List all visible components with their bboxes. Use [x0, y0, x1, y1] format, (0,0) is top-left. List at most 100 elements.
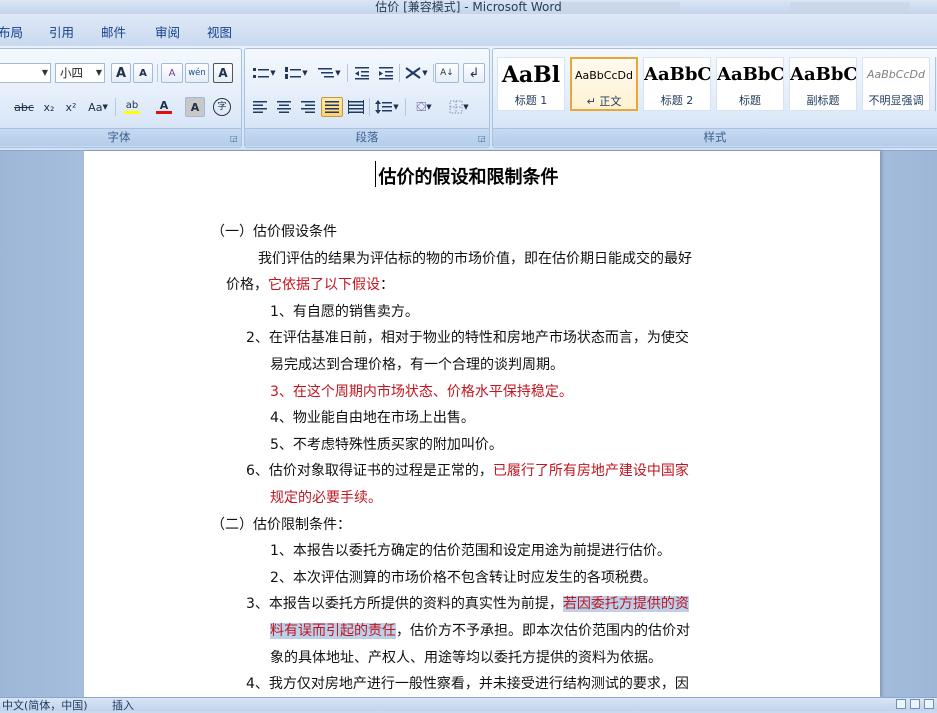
style-subtitle[interactable]: AaBbC 副标题 — [789, 57, 857, 111]
character-border-button[interactable]: A — [213, 63, 233, 83]
document-line[interactable]: 易完成达到合理价格，有一个合理的谈判周期。 — [270, 354, 564, 374]
strikethrough-button[interactable]: abc — [11, 97, 37, 117]
numbering-button[interactable]: ▼ — [281, 63, 311, 83]
style-heading-2[interactable]: AaBbC 标题 2 — [643, 57, 711, 111]
text-run: 5、不考虑特殊性质买家的附加叫价。 — [270, 436, 503, 453]
separator — [157, 64, 158, 82]
increase-indent-button[interactable] — [375, 63, 397, 83]
style-heading-1[interactable]: AaBl 标题 1 — [497, 57, 565, 111]
enclose-characters-button[interactable]: 字 — [211, 97, 233, 117]
watermark-brand-cn: 经验 — [812, 640, 857, 665]
change-case-button[interactable]: Aa ▼ — [83, 97, 113, 117]
document-line[interactable]: 料有误而引起的责任，估价方不予承担。即本次估价范围内的估价对 — [270, 620, 690, 640]
chinese-layout-button[interactable]: ▼ — [401, 63, 431, 83]
enclose-characters-icon: 字 — [213, 98, 231, 116]
align-left-button[interactable] — [249, 97, 271, 117]
subscript-icon: x₂ — [43, 100, 55, 114]
sort-icon: A↓ — [440, 68, 454, 78]
document-line[interactable]: 象的具体地址、产权人、用途等均以委托方提供的资料为依据。 — [270, 647, 662, 667]
text-run: 1、本报告以委托方确定的估价范围和设定用途为前提进行估价。 — [270, 543, 671, 560]
paw-icon — [780, 636, 802, 658]
text-run: （一）估价假设条件 — [211, 224, 337, 240]
chevron-down-icon: ▼ — [270, 69, 276, 77]
superscript-button[interactable]: x² — [61, 97, 81, 117]
clear-format-icon: A — [168, 67, 176, 79]
separator — [347, 64, 348, 82]
document-line[interactable]: 6、估价对象取得证书的过程是正常的，已履行了所有房地产建设中国家 — [246, 460, 689, 480]
style-title[interactable]: AaBbC 标题 — [716, 57, 784, 111]
align-right-button[interactable] — [297, 97, 319, 117]
status-bar: 中文(简体，中国) 插入 — [0, 697, 937, 713]
style-normal[interactable]: AaBbCcDd ↵ 正文 — [570, 57, 638, 111]
style-subtle-emphasis[interactable]: AaBbCcDd 不明显强调 — [862, 57, 930, 111]
justify-button[interactable] — [321, 97, 343, 117]
full-screen-view-icon[interactable] — [910, 699, 920, 709]
font-group-label: 字体 — [0, 128, 241, 146]
tab-references[interactable]: 引用 — [49, 22, 74, 41]
font-color-icon: A — [159, 99, 169, 112]
document-line[interactable]: 3、在这个周期内市场状态、价格水平保持稳定。 — [270, 381, 573, 401]
text-run: ，估价方不予承担。即本次估价范围内的估价对 — [396, 623, 690, 639]
document-line[interactable]: 1、有自愿的销售卖方。 — [270, 301, 419, 321]
chevron-down-icon: ▼ — [41, 68, 48, 77]
distributed-button[interactable] — [345, 97, 367, 117]
decrease-indent-button[interactable] — [351, 63, 373, 83]
status-insert-mode[interactable]: 插入 — [112, 697, 134, 713]
style-sample: AaBbC — [717, 64, 783, 85]
document-line[interactable]: 2、在评估基准日前，相对于物业的特性和房地产市场状态而言，为使交 — [246, 327, 689, 347]
document-line[interactable]: 1、本报告以委托方确定的估价范围和设定用途为前提进行估价。 — [270, 540, 671, 560]
document-title[interactable]: 估价的假设和限制条件 — [0, 163, 937, 189]
tab-layout[interactable]: 布局 — [0, 22, 23, 41]
document-line[interactable]: 价格，它依据了以下假设： — [226, 274, 394, 294]
web-layout-view-icon[interactable] — [924, 699, 934, 709]
document-line[interactable]: 3、本报告以委托方所提供的资料的真实性为前提，若因委托方提供的资 — [246, 593, 689, 613]
separator — [433, 64, 434, 82]
chinese-layout-icon — [405, 67, 421, 79]
tab-mailings[interactable]: 邮件 — [101, 22, 126, 41]
font-name-combo[interactable]: ▼ — [0, 63, 51, 83]
font-size-combo[interactable]: 小四 ▼ — [55, 63, 105, 83]
tab-review[interactable]: 审阅 — [155, 22, 180, 41]
highlighted-text: 已履行了所有房地产建设中国家 — [492, 463, 689, 480]
clear-format-button[interactable]: A — [161, 63, 183, 83]
line-spacing-button[interactable]: ▼ — [371, 97, 403, 117]
document-line[interactable]: 4、物业能自由地在市场上出售。 — [270, 407, 475, 427]
document-line[interactable]: 5、不考虑特殊性质买家的附加叫价。 — [270, 434, 503, 454]
font-color-button[interactable]: A — [149, 97, 179, 117]
text-highlight-button[interactable]: ab — [117, 97, 147, 117]
chevron-down-icon: ▼ — [102, 103, 108, 111]
paragraph-dialog-launcher-icon[interactable]: ◲ — [478, 135, 486, 143]
bullets-button[interactable]: ▼ — [249, 63, 279, 83]
status-language[interactable]: 中文(简体，中国) — [2, 697, 88, 713]
align-center-button[interactable] — [273, 97, 295, 117]
document-line[interactable]: （二）估价限制条件： — [211, 514, 351, 534]
document-line[interactable]: 4、我方仅对房地产进行一般性察看，并未接受进行结构测试的要求，因 — [246, 673, 689, 693]
shading-button[interactable]: ⛋ ▼ — [407, 97, 441, 117]
character-shading-button[interactable]: A — [185, 97, 205, 117]
text-run: （二）估价限制条件： — [211, 516, 351, 533]
document-line[interactable]: （一）估价假设条件 — [211, 221, 337, 241]
character-border-icon: A — [218, 66, 228, 80]
document-line[interactable]: 规定的必要手续。 — [270, 487, 382, 507]
text-run: 6、估价对象取得证书的过程是正常的， — [246, 463, 493, 480]
print-layout-view-icon[interactable] — [896, 699, 906, 709]
sort-button[interactable]: A↓ — [435, 63, 459, 83]
justify-icon — [325, 101, 339, 113]
shrink-font-button[interactable]: A — [133, 63, 153, 83]
document-page[interactable] — [84, 151, 880, 697]
text-run: 象的具体地址、产权人、用途等均以委托方提供的资料为依据。 — [270, 649, 662, 666]
subscript-button[interactable]: x₂ — [39, 97, 59, 117]
grow-font-button[interactable]: A — [111, 63, 131, 83]
document-line[interactable]: 2、本次评估测算的市场价格不包含转让时应发生的各项税费。 — [270, 567, 657, 587]
text-run: 4、我方仅对房地产进行一般性察看，并未接受进行结构测试的要求，因 — [246, 676, 689, 693]
chevron-down-icon: ▼ — [335, 69, 341, 77]
multilevel-list-button[interactable]: ▼ — [313, 63, 345, 83]
highlighted-text: 规定的必要手续。 — [270, 490, 382, 506]
phonetic-guide-button[interactable]: wén — [185, 63, 209, 83]
tab-view[interactable]: 视图 — [207, 22, 232, 41]
shrink-font-icon: A — [139, 67, 147, 79]
borders-button[interactable]: ▼ — [443, 97, 475, 117]
font-dialog-launcher-icon[interactable]: ◲ — [230, 135, 238, 143]
document-line[interactable]: 我们评估的结果为评估标的物的市场价值，即在估价期日能成交的最好 — [258, 248, 692, 268]
show-formatting-marks-button[interactable]: ↲ — [463, 63, 485, 83]
